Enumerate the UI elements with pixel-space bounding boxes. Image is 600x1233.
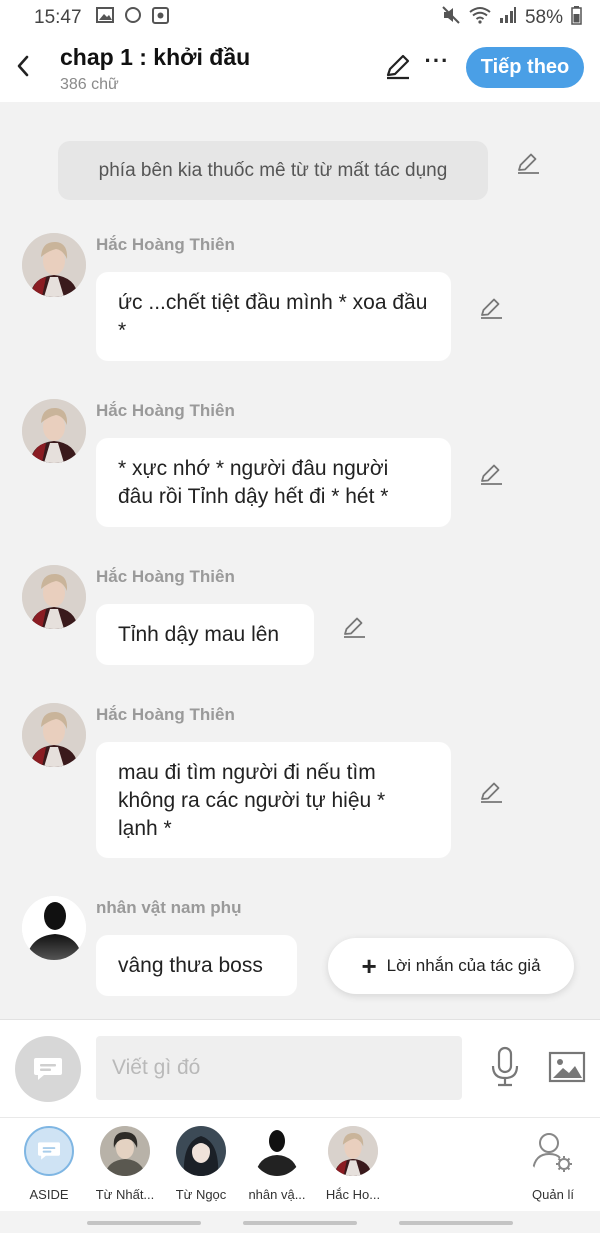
avatar-nhan-vat-nam-phu[interactable] xyxy=(22,896,86,960)
avatar xyxy=(252,1126,302,1176)
edit-title-button[interactable] xyxy=(384,53,412,81)
sender-name: Hắc Hoàng Thiên xyxy=(96,705,235,724)
more-button[interactable]: ··· xyxy=(424,50,450,80)
avatar xyxy=(176,1126,226,1176)
author-note-label: Lời nhắn của tác giả xyxy=(386,956,541,975)
wifi-icon xyxy=(469,6,491,30)
nav-handle[interactable] xyxy=(243,1221,357,1225)
edit-message-button[interactable] xyxy=(478,295,504,321)
character-label: Hắc Ho... xyxy=(325,1187,381,1202)
author-note-button[interactable]: + Lời nhắn của tác giả xyxy=(328,938,574,994)
message-bubble[interactable]: * xực nhớ * người đâu người đâu rồi Tỉnh… xyxy=(96,438,451,527)
user-settings-icon xyxy=(528,1126,578,1176)
message-bubble[interactable]: ức ...chết tiệt đầu mình * xoa đầu * xyxy=(96,272,451,361)
pencil-icon xyxy=(518,153,539,174)
back-arrow-icon xyxy=(17,55,29,77)
next-chapter-button[interactable]: Tiếp theo xyxy=(466,47,584,88)
mute-icon xyxy=(441,6,461,30)
character-tu-ngoc[interactable]: Từ Ngọc xyxy=(164,1126,238,1202)
mic-icon xyxy=(491,1046,519,1087)
nav-handle[interactable] xyxy=(87,1221,201,1225)
character-label: nhân vậ... xyxy=(248,1187,306,1202)
app-notification-icon xyxy=(151,6,169,30)
sender-name: Hắc Hoàng Thiên xyxy=(96,235,235,254)
character-label: ASIDE xyxy=(29,1187,69,1202)
character-label: Từ Nhất... xyxy=(95,1187,155,1202)
voice-button[interactable] xyxy=(489,1046,521,1088)
avatar-hac-hoang-thien[interactable] xyxy=(22,703,86,767)
character-hac-hoang-thien[interactable]: Hắc Ho... xyxy=(316,1126,390,1202)
battery-percent: 58% xyxy=(524,7,563,28)
pencil-icon xyxy=(481,298,502,319)
chat-bubble-icon xyxy=(38,1142,60,1160)
character-label: Quản lí xyxy=(532,1187,574,1202)
narration-mode-button[interactable] xyxy=(15,1036,81,1102)
status-time: 15:47 xyxy=(34,7,82,28)
chapter-header: chap 1 : khởi đầu 386 chữ ··· Tiếp theo xyxy=(0,36,600,102)
edit-message-button[interactable] xyxy=(341,614,367,640)
character-bar: ASIDE Từ Nhất... Từ Ngọc nhân vậ... Hắc … xyxy=(0,1117,600,1211)
system-nav-bar xyxy=(0,1211,600,1233)
character-tu-nhat[interactable]: Từ Nhất... xyxy=(88,1126,162,1202)
insert-image-button[interactable] xyxy=(548,1051,586,1083)
avatar-hac-hoang-thien[interactable] xyxy=(22,565,86,629)
pencil-icon xyxy=(386,54,410,80)
edit-message-button[interactable] xyxy=(478,779,504,805)
message-input[interactable] xyxy=(96,1036,462,1100)
message-bubble[interactable]: vâng thưa boss xyxy=(96,935,297,996)
status-bar: 15:47 58% xyxy=(0,0,600,36)
chat-bubble-icon xyxy=(34,1058,62,1080)
avatar-hac-hoang-thien[interactable] xyxy=(22,233,86,297)
pencil-icon xyxy=(481,782,502,803)
avatar xyxy=(328,1126,378,1176)
nav-handle[interactable] xyxy=(399,1221,513,1225)
manage-characters-button[interactable]: Quản lí xyxy=(516,1126,590,1202)
word-count: 386 chữ xyxy=(60,76,119,93)
avatar-hac-hoang-thien[interactable] xyxy=(22,399,86,463)
chapter-title: chap 1 : khởi đầu xyxy=(60,44,251,70)
narration-bubble[interactable]: phía bên kia thuốc mê từ từ mất tác dụng xyxy=(58,141,488,200)
character-label: Từ Ngọc xyxy=(175,1187,227,1202)
character-aside[interactable]: ASIDE xyxy=(12,1126,86,1202)
pencil-icon xyxy=(481,464,502,485)
signal-icon xyxy=(499,7,517,29)
image-icon xyxy=(548,1051,586,1083)
edit-narration-button[interactable] xyxy=(515,150,541,176)
sender-name: Hắc Hoàng Thiên xyxy=(96,401,235,420)
composer-bar xyxy=(0,1019,600,1117)
edit-message-button[interactable] xyxy=(478,461,504,487)
sender-name: Hắc Hoàng Thiên xyxy=(96,567,235,586)
message-bubble[interactable]: Tỉnh dậy mau lên xyxy=(96,604,314,665)
message-bubble[interactable]: mau đi tìm người đi nếu tìm không ra các… xyxy=(96,742,451,858)
plus-icon: + xyxy=(361,951,377,981)
back-button[interactable] xyxy=(10,50,38,82)
avatar xyxy=(100,1126,150,1176)
pencil-icon xyxy=(344,617,365,638)
battery-icon xyxy=(571,5,582,31)
character-nhan-vat[interactable]: nhân vậ... xyxy=(240,1126,314,1202)
circle-notification-icon xyxy=(124,6,142,30)
sender-name: nhân vật nam phụ xyxy=(96,898,242,917)
aside-avatar xyxy=(24,1126,74,1176)
gallery-notification-icon xyxy=(95,7,114,29)
